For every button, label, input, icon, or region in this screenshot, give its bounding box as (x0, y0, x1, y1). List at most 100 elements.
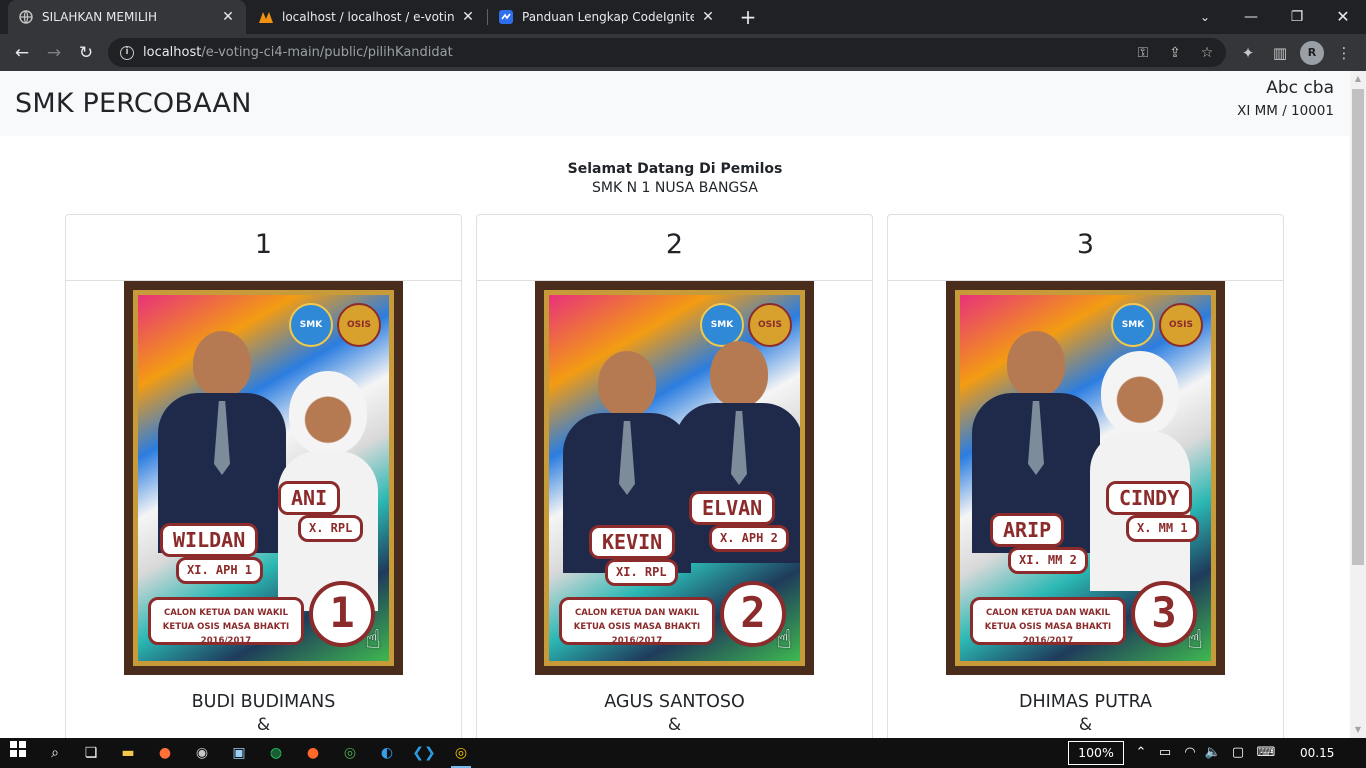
tray-chevron-icon[interactable]: ⌃ (1131, 741, 1151, 765)
back-button[interactable]: ← (8, 39, 36, 67)
tab-search-icon[interactable]: ⌄ (1182, 0, 1228, 34)
ketua-name-tag: ARIP (990, 513, 1065, 547)
clock[interactable]: 00.15 (1300, 741, 1334, 765)
app-icon[interactable]: ◉ (189, 741, 215, 765)
ketua-name-tag: KEVIN (589, 525, 676, 559)
page-scrollbar[interactable]: ▲ ▼ (1350, 71, 1366, 738)
tab-label: Panduan Lengkap CodeIgniter 4 (522, 10, 694, 24)
tab-silahkan-memilih[interactable]: SILAHKAN MEMILIH ✕ (8, 0, 246, 34)
close-window-button[interactable]: ✕ (1320, 0, 1366, 34)
candidate-number: 3 (888, 215, 1283, 281)
osis-logo-icon: OSIS (337, 303, 381, 347)
chrome-icon[interactable]: ◎ (337, 741, 363, 765)
file-explorer-icon[interactable]: ▬ (115, 741, 141, 765)
browser-tab-strip: SILAHKAN MEMILIH ✕ localhost / localhost… (0, 0, 1366, 34)
brand-title[interactable]: SMK PERCOBAAN (15, 88, 252, 119)
tab-label: localhost / localhost / e-voting-ci (282, 10, 454, 24)
wifi-icon[interactable]: ◠ (1180, 741, 1200, 765)
candidate-poster[interactable]: SMK OSIS WILDAN XI. APH 1 ANI X. RPL CAL… (124, 281, 403, 675)
school-name: SMK N 1 NUSA BANGSA (592, 180, 758, 196)
poster-artwork: SMK OSIS KEVIN XI. RPL ELVAN X. APH 2 CA… (544, 290, 805, 666)
close-tab-icon[interactable]: ✕ (700, 9, 716, 25)
poster-logos: SMK OSIS (289, 303, 381, 347)
ketua-class-tag: XI. MM 2 (1008, 547, 1088, 574)
ketua-class-tag: XI. RPL (605, 559, 678, 586)
minimize-button[interactable]: — (1228, 0, 1274, 34)
vscode-icon[interactable]: ❮❯ (411, 741, 437, 765)
battery-icon[interactable]: ▭ (1155, 741, 1175, 765)
photos-icon[interactable]: ▣ (226, 741, 252, 765)
keyboard-icon[interactable]: ⌨ (1254, 741, 1278, 765)
tab-phpmyadmin[interactable]: localhost / localhost / e-voting-ci ✕ (248, 0, 486, 34)
candidate-poster[interactable]: SMK OSIS KEVIN XI. RPL ELVAN X. APH 2 CA… (535, 281, 814, 675)
school-logo-icon: SMK (289, 303, 333, 347)
poster-caption: CALON KETUA DAN WAKIL KETUA OSIS MASA BH… (148, 597, 304, 646)
wakil-class-tag: X. MM 1 (1126, 515, 1199, 542)
site-info-icon[interactable]: i (120, 45, 134, 60)
user-name: Abc cba (1266, 78, 1334, 98)
site-header: SMK PERCOBAAN Abc cba XI MM / 10001 (0, 71, 1350, 136)
tab-panduan-codeigniter[interactable]: Panduan Lengkap CodeIgniter 4 ✕ (488, 0, 726, 34)
candidate-number: 2 (477, 215, 872, 281)
extensions-icon[interactable]: ✦ (1237, 42, 1259, 64)
poster-artwork: SMK OSIS WILDAN XI. APH 1 ANI X. RPL CAL… (133, 290, 394, 666)
candidate-card-2[interactable]: 2 SMK OSIS KEVIN XI. RPL ELVAN X. APH 2 … (476, 214, 873, 738)
new-tab-button[interactable]: + (736, 5, 760, 29)
hand-pointer-icon: ☝ (1187, 625, 1203, 655)
school-logo-icon: SMK (1111, 303, 1155, 347)
close-tab-icon[interactable]: ✕ (220, 9, 236, 25)
whatsapp-icon[interactable]: ◍ (263, 741, 289, 765)
side-panel-icon[interactable]: ▥ (1269, 42, 1291, 64)
article-icon (498, 9, 514, 25)
chrome-active-icon[interactable]: ◎ (448, 741, 474, 768)
tab-label: SILAHKAN MEMILIH (42, 10, 158, 24)
ketua-name-tag: WILDAN (160, 523, 259, 557)
wakil-class-tag: X. RPL (298, 515, 364, 542)
notification-icon[interactable]: ▢ (1228, 741, 1248, 765)
scroll-down-icon[interactable]: ▼ (1350, 722, 1366, 738)
url-text: localhost/e-voting-ci4-main/public/pilih… (143, 45, 453, 60)
poster-caption: CALON KETUA DAN WAKIL KETUA OSIS MASA BH… (559, 597, 715, 646)
user-class-id: XI MM / 10001 (1237, 103, 1334, 119)
candidate-card-1[interactable]: 1 SMK OSIS WILDAN XI. APH 1 ANI X. RPL C… (65, 214, 462, 738)
windows-start-icon[interactable] (5, 741, 31, 765)
hand-pointer-icon: ☝ (776, 625, 792, 655)
windows-taskbar: ⌕ ❏ ▬ ● ◉ ▣ ◍ ● ◎ ◐ ❮❯ ◎ 100% ⌃ ▭ ◠ 🔈 ▢ … (0, 738, 1366, 768)
candidate-name: DHIMAS PUTRA (1018, 692, 1152, 712)
globe-icon (18, 9, 34, 25)
volume-icon[interactable]: 🔈 (1203, 741, 1223, 765)
wakil-class-tag: X. APH 2 (709, 525, 789, 552)
postman-icon[interactable]: ● (300, 741, 326, 765)
menu-kebab-icon[interactable]: ⋮ (1333, 42, 1355, 64)
close-tab-icon[interactable]: ✕ (460, 9, 476, 25)
task-view-icon[interactable]: ❏ (78, 741, 104, 765)
share-icon[interactable]: ⇪ (1166, 44, 1184, 62)
key-icon[interactable]: ⚿ (1134, 44, 1152, 62)
wakil-name-tag: ANI (278, 481, 341, 515)
scroll-up-icon[interactable]: ▲ (1350, 71, 1366, 87)
page-content: SMK PERCOBAAN Abc cba XI MM / 10001 Sela… (0, 71, 1350, 738)
reload-button[interactable]: ↻ (72, 39, 100, 67)
osis-logo-icon: OSIS (1159, 303, 1203, 347)
welcome-title: Selamat Datang Di Pemilos (567, 161, 783, 177)
profile-avatar[interactable]: R (1300, 41, 1324, 65)
candidate-name: BUDI BUDIMANS (191, 692, 336, 712)
restore-button[interactable]: ❐ (1274, 0, 1320, 34)
browser-toolbar: ← → ↻ i localhost/e-voting-ci4-main/publ… (0, 34, 1366, 71)
bookmark-star-icon[interactable]: ☆ (1198, 44, 1216, 62)
forward-button[interactable]: → (40, 39, 68, 67)
candidate-poster[interactable]: SMK OSIS ARIP XI. MM 2 CINDY X. MM 1 CAL… (946, 281, 1225, 675)
edge-icon[interactable]: ◐ (374, 741, 400, 765)
phpmyadmin-icon (258, 9, 274, 25)
candidate-separator: & (1078, 715, 1093, 735)
firefox-icon[interactable]: ● (152, 741, 178, 765)
wakil-name-tag: ELVAN (689, 491, 776, 525)
candidate-name: AGUS SANTOSO (604, 692, 745, 712)
address-bar[interactable]: i localhost/e-voting-ci4-main/public/pil… (108, 38, 1226, 67)
search-icon[interactable]: ⌕ (42, 741, 68, 765)
poster-logos: SMK OSIS (1111, 303, 1203, 347)
candidate-number: 1 (66, 215, 461, 281)
candidate-card-3[interactable]: 3 SMK OSIS ARIP XI. MM 2 CINDY X. MM 1 C… (887, 214, 1284, 738)
zoom-level[interactable]: 100% (1068, 741, 1124, 765)
scrollbar-thumb[interactable] (1352, 89, 1364, 565)
